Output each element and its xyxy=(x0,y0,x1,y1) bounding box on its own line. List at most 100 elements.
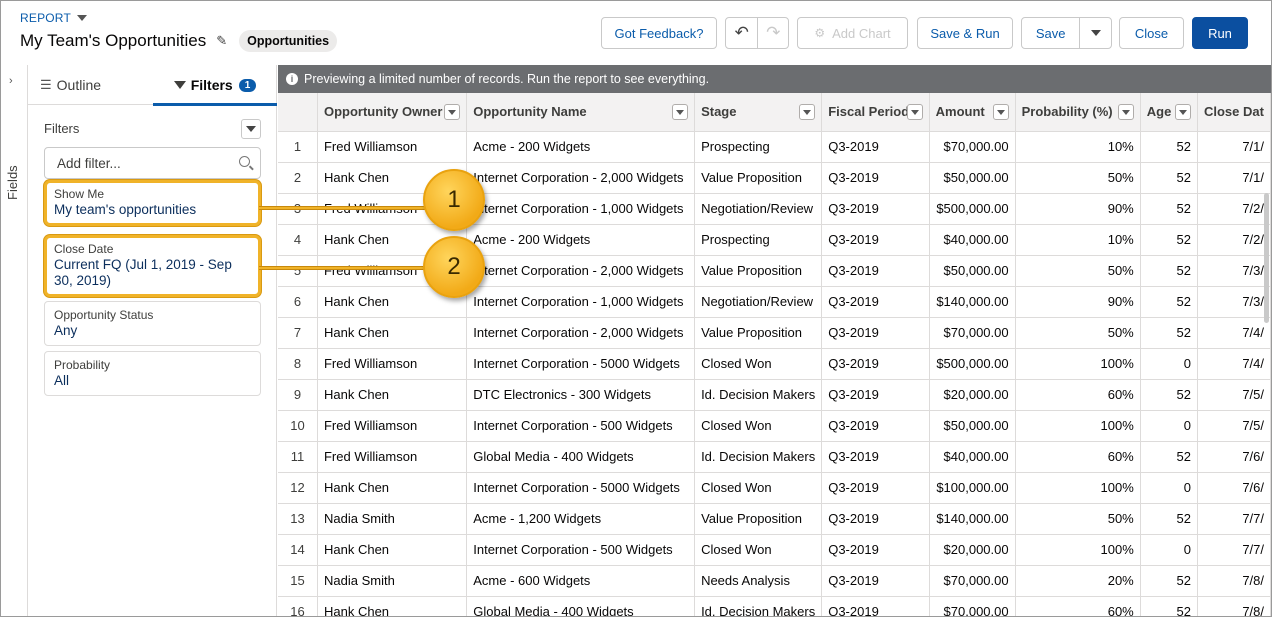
filters-menu-button[interactable] xyxy=(241,119,261,139)
run-button[interactable]: Run xyxy=(1192,17,1248,49)
column-header[interactable]: Opportunity Owner xyxy=(317,93,468,132)
table-cell: 7/3/ xyxy=(1197,255,1271,287)
add-chart-button[interactable]: ⚙ Add Chart xyxy=(797,17,908,49)
table-cell: $500,000.00 xyxy=(929,193,1016,225)
filter-name: Opportunity Status xyxy=(54,308,154,322)
table-cell: Fred Williamson xyxy=(317,410,468,442)
filter-probability[interactable]: Probability All xyxy=(44,351,261,396)
table-cell: $50,000.00 xyxy=(929,410,1016,442)
column-menu-button[interactable] xyxy=(672,104,689,120)
table-row[interactable]: 10 Fred Williamson Internet Corporation - … xyxy=(278,410,1271,442)
save-and-run-button[interactable]: Save & Run xyxy=(917,17,1013,49)
column-header[interactable]: Probability (%) xyxy=(1015,93,1141,132)
title-row: My Team's Opportunities ✎ Opportunities xyxy=(20,30,338,52)
table-cell: $70,000.00 xyxy=(929,596,1016,616)
tab-filters[interactable]: Filters 1 xyxy=(153,65,277,106)
table-row[interactable]: 16 Hank Chen Global Media - 400 Widgets Id.… xyxy=(278,596,1271,616)
table-cell: $140,000.00 xyxy=(929,286,1016,318)
column-menu-button[interactable] xyxy=(1117,104,1134,120)
table-cell: 7/1/ xyxy=(1197,131,1271,163)
table-cell: Hank Chen xyxy=(317,596,468,616)
table-header-row: Opportunity Owner Opportunity Name Stage Fi… xyxy=(278,93,1271,132)
table-cell: Internet Corporation - 2,000 Widgets xyxy=(466,162,696,194)
table-row[interactable]: 1 Fred Williamson Acme - 200 Widgets Prospe… xyxy=(278,131,1271,163)
table-cell: 10% xyxy=(1015,224,1141,256)
column-menu-button[interactable] xyxy=(444,104,461,120)
save-button[interactable]: Save xyxy=(1022,18,1079,48)
table-cell: $140,000.00 xyxy=(929,503,1016,535)
undo-redo-group: ↶ ↷ xyxy=(725,17,789,49)
report-grid: Opportunity Owner Opportunity Name Stage Fi… xyxy=(278,93,1271,616)
table-cell: 60% xyxy=(1015,441,1141,473)
filter-close-date[interactable]: Close Date Current FQ (Jul 1, 2019 - Sep… xyxy=(44,235,261,297)
column-header-label: Probability (%) xyxy=(1021,104,1113,120)
chevron-down-icon xyxy=(1090,30,1101,36)
table-cell: Hank Chen xyxy=(317,472,468,504)
table-row[interactable]: 6 Hank Chen Internet Corporation - 1,000 W… xyxy=(278,286,1271,318)
report-type-menu[interactable]: REPORT xyxy=(20,11,87,25)
fields-panel-toggle[interactable]: › Fields xyxy=(1,65,28,616)
table-cell: Q3-2019 xyxy=(821,317,930,349)
table-cell: 50% xyxy=(1015,162,1141,194)
filter-show-me[interactable]: Show Me My team's opportunities xyxy=(44,180,261,226)
table-row[interactable]: 14 Hank Chen Internet Corporation - 500 Wi… xyxy=(278,534,1271,566)
table-row[interactable]: 8 Fred Williamson Internet Corporation - 5… xyxy=(278,348,1271,380)
table-cell: 0 xyxy=(1140,348,1198,380)
add-filter-input[interactable]: Add filter... xyxy=(44,147,261,179)
save-menu-button[interactable] xyxy=(1079,18,1111,48)
table-row[interactable]: 12 Hank Chen Internet Corporation - 5000 W… xyxy=(278,472,1271,504)
column-header[interactable]: Opportunity Name xyxy=(466,93,696,132)
table-cell: Q3-2019 xyxy=(821,131,930,163)
callout-connector-1 xyxy=(259,206,429,210)
table-cell: Internet Corporation - 5000 Widgets xyxy=(466,348,696,380)
column-menu-button[interactable] xyxy=(799,104,816,120)
column-menu-button[interactable] xyxy=(992,104,1009,120)
redo-button[interactable]: ↷ xyxy=(757,18,788,48)
column-header[interactable]: Age xyxy=(1140,93,1198,132)
table-cell: Fred Williamson xyxy=(317,348,468,380)
filter-opportunity-status[interactable]: Opportunity Status Any xyxy=(44,301,261,346)
column-header[interactable]: Stage xyxy=(694,93,823,132)
column-header[interactable]: Close Dat xyxy=(1197,93,1271,132)
table-row[interactable]: 9 Hank Chen DTC Electronics - 300 Widgets I… xyxy=(278,379,1271,411)
callout-1: 1 xyxy=(423,169,485,231)
table-row[interactable]: 15 Nadia Smith Acme - 600 Widgets Needs Ana… xyxy=(278,565,1271,597)
filter-value: Current FQ (Jul 1, 2019 - Sep 30, 2019) xyxy=(54,257,232,288)
side-panel-tabs: ☰ Outline Filters 1 xyxy=(28,65,277,106)
column-header[interactable]: Amount xyxy=(929,93,1016,132)
table-row[interactable]: 7 Hank Chen Internet Corporation - 2,000 W… xyxy=(278,317,1271,349)
column-header[interactable]: Fiscal Period xyxy=(821,93,930,132)
table-cell: Global Media - 400 Widgets xyxy=(466,596,696,616)
column-header-label: Close Dat xyxy=(1203,104,1264,120)
undo-button[interactable]: ↶ xyxy=(726,18,757,48)
table-cell: Q3-2019 xyxy=(821,379,930,411)
column-header-label: Opportunity Name xyxy=(473,104,587,120)
row-number-cell: 6 xyxy=(278,286,318,318)
caret-down-icon xyxy=(77,15,87,21)
pencil-icon[interactable]: ✎ xyxy=(216,33,227,49)
close-button[interactable]: Close xyxy=(1119,17,1184,49)
column-header-label: Amount xyxy=(935,104,985,120)
table-row[interactable]: 13 Nadia Smith Acme - 1,200 Widgets Value P… xyxy=(278,503,1271,535)
table-row[interactable]: 11 Fred Williamson Global Media - 400 Widg… xyxy=(278,441,1271,473)
column-menu-button[interactable] xyxy=(1174,104,1191,120)
table-cell: Negotiation/Review xyxy=(694,193,823,225)
tab-outline[interactable]: ☰ Outline xyxy=(40,65,101,105)
table-cell: 0 xyxy=(1140,472,1198,504)
search-icon xyxy=(239,156,250,167)
tab-filters-label: Filters xyxy=(190,77,233,93)
table-cell: DTC Electronics - 300 Widgets xyxy=(466,379,696,411)
table-cell: 60% xyxy=(1015,379,1141,411)
column-menu-button[interactable] xyxy=(906,104,923,120)
table-cell: 7/2/ xyxy=(1197,224,1271,256)
table-cell: Q3-2019 xyxy=(821,534,930,566)
table-cell: 7/4/ xyxy=(1197,348,1271,380)
table-cell: Hank Chen xyxy=(317,317,468,349)
side-panel: ☰ Outline Filters 1 Filters Add filter..… xyxy=(28,65,277,616)
table-cell: Acme - 1,200 Widgets xyxy=(466,503,696,535)
table-cell: 100% xyxy=(1015,534,1141,566)
table-cell: $70,000.00 xyxy=(929,317,1016,349)
got-feedback-button[interactable]: Got Feedback? xyxy=(601,17,717,49)
table-cell: 7/5/ xyxy=(1197,379,1271,411)
vertical-scrollbar[interactable] xyxy=(1264,193,1269,323)
